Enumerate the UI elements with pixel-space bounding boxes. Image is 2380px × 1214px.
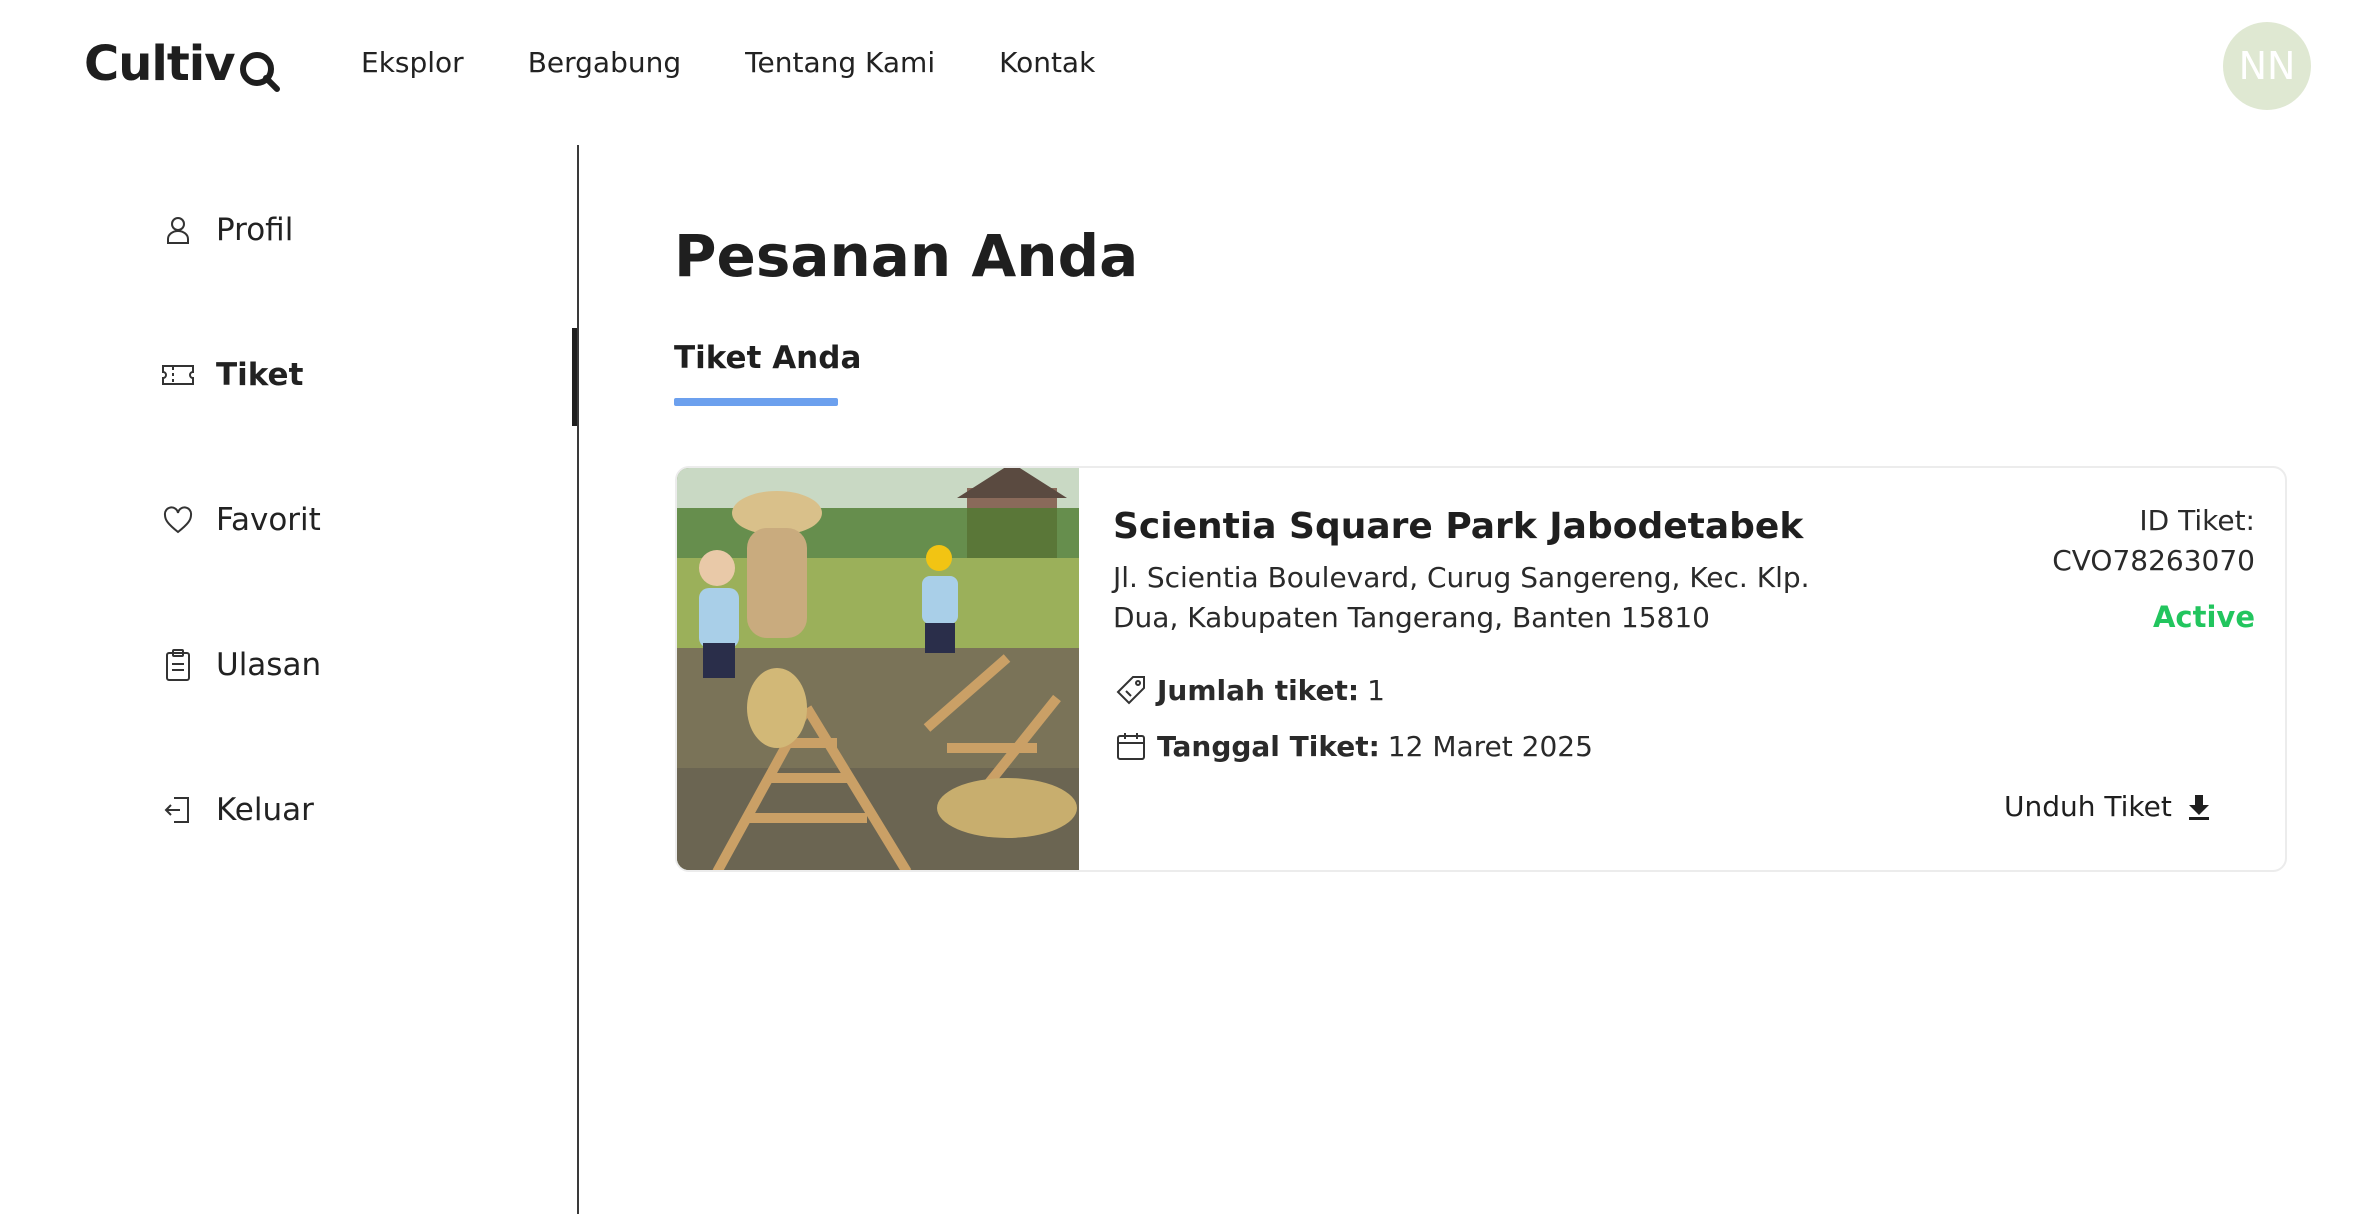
- sidebar-item-label: Profil: [216, 212, 294, 248]
- tab-active-underline: [674, 398, 838, 406]
- nav-tentang-kami[interactable]: Tentang Kami: [745, 46, 935, 79]
- date-value: 12 Maret 2025: [1387, 729, 1593, 763]
- quantity-label: Jumlah tiket:: [1157, 673, 1360, 707]
- sidebar-divider: [577, 145, 579, 1214]
- venue-name: Scientia Square Park Jabodetabek: [1113, 506, 1804, 547]
- clipboard-icon: [160, 647, 196, 683]
- venue-photo: [677, 468, 1079, 870]
- sidebar-active-indicator: [572, 328, 577, 426]
- download-icon: [2188, 794, 2209, 820]
- user-avatar[interactable]: NN: [2223, 22, 2311, 110]
- sidebar-item-label: Favorit: [216, 502, 321, 538]
- sidebar-item-favorit[interactable]: Favorit: [160, 502, 321, 538]
- nav-bergabung[interactable]: Bergabung: [528, 46, 681, 79]
- ticket-icon: [160, 357, 196, 393]
- quantity-value: 1: [1367, 673, 1385, 707]
- page-title: Pesanan Anda: [674, 222, 1139, 290]
- ticket-quantity: Jumlah tiket: 1: [1113, 672, 1385, 708]
- person-icon: [160, 212, 196, 248]
- ticket-id-value: CVO78263070: [2052, 544, 2255, 577]
- main-nav: Eksplor Bergabung Tentang Kami Kontak: [361, 46, 1159, 79]
- sidebar-item-label: Keluar: [216, 792, 314, 828]
- cultivo-logo[interactable]: Cultiv: [84, 34, 285, 94]
- status-badge: Active: [2152, 600, 2255, 634]
- date-label: Tanggal Tiket:: [1157, 729, 1380, 763]
- top-header: Cultiv Eksplor Bergabung Tentang Kami Ko…: [0, 0, 2380, 132]
- calendar-icon: [1113, 728, 1149, 764]
- ticket-id-label: ID Tiket:: [2139, 504, 2255, 537]
- ticket-card[interactable]: Scientia Square Park Jabodetabek Jl. Sci…: [675, 466, 2287, 872]
- logout-icon: [160, 792, 196, 828]
- download-label: Unduh Tiket: [2004, 790, 2172, 823]
- sidebar-item-tiket[interactable]: Tiket: [160, 357, 303, 393]
- sidebar-item-profil[interactable]: Profil: [160, 212, 293, 248]
- ticket-date: Tanggal Tiket: 12 Maret 2025: [1113, 728, 1593, 764]
- download-ticket-button[interactable]: Unduh Tiket: [2004, 790, 2212, 823]
- nav-kontak[interactable]: Kontak: [999, 46, 1095, 79]
- heart-icon: [160, 502, 196, 538]
- logo-text: Cultiv: [84, 36, 236, 92]
- sidebar-item-label: Ulasan: [216, 647, 322, 683]
- tab-tiket-anda[interactable]: Tiket Anda: [674, 340, 861, 376]
- sidebar-item-keluar[interactable]: Keluar: [160, 792, 314, 828]
- venue-address: Jl. Scientia Boulevard, Curug Sangereng,…: [1113, 561, 1810, 634]
- sidebar-item-label: Tiket: [216, 357, 304, 393]
- sidebar-item-ulasan[interactable]: Ulasan: [160, 647, 321, 683]
- logo-mark-icon: [239, 52, 280, 92]
- nav-eksplor[interactable]: Eksplor: [361, 46, 464, 79]
- ticket-tag-icon: [1113, 672, 1149, 708]
